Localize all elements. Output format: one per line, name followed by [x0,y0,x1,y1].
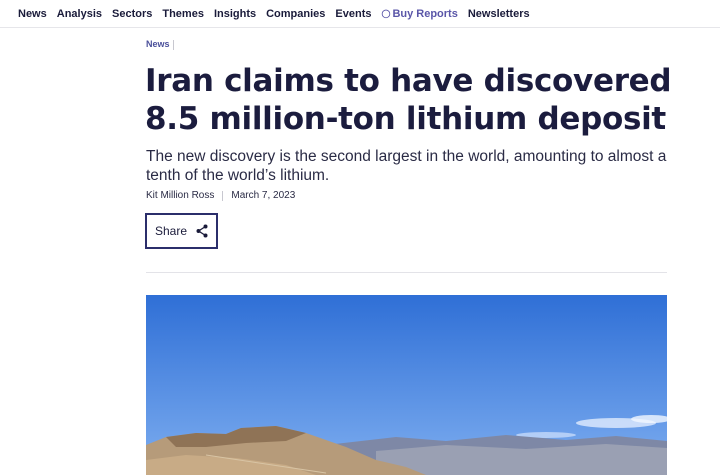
byline-divider [222,190,224,201]
article-subtitle: The new discovery is the second largest … [146,148,667,184]
nav-item-sectors[interactable]: Sectors [112,8,152,20]
nav-item-themes[interactable]: Themes [162,8,204,20]
article-headline: Iran claims to have discovered 8.5 milli… [145,63,672,137]
article-category-link[interactable]: News [146,39,170,49]
share-button-label: Share [154,224,188,238]
nav-item-news[interactable]: News [18,8,47,20]
byline: Kit Million Ross March 7, 2023 [146,190,295,201]
nav-item-buy-reports-label: Buy Reports [392,8,458,20]
share-icon [196,224,208,238]
author-link[interactable]: Kit Million Ross [146,190,214,201]
category-divider [173,40,174,50]
nav-item-buy-reports[interactable]: ◯ Buy Reports [381,8,457,20]
nav-item-events[interactable]: Events [335,8,371,20]
landscape-illustration [146,295,667,475]
hero-image [146,295,667,475]
nav-item-companies[interactable]: Companies [266,8,325,20]
share-button[interactable]: Share [145,213,218,249]
publish-date: March 7, 2023 [231,190,296,201]
content-divider [146,272,667,273]
nav-item-newsletters[interactable]: Newsletters [468,8,530,20]
nav-item-insights[interactable]: Insights [214,8,256,20]
top-navigation: News Analysis Sectors Themes Insights Co… [0,0,720,28]
nav-item-analysis[interactable]: Analysis [57,8,102,20]
tag-icon: ◯ [381,9,391,18]
